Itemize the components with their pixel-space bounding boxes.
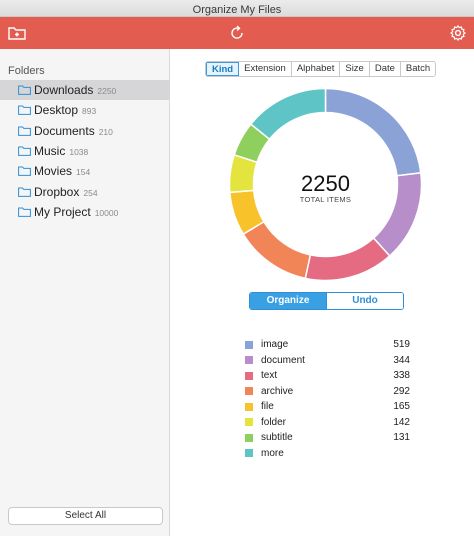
- tab-size[interactable]: Size: [340, 62, 370, 76]
- refresh-icon[interactable]: [227, 23, 247, 43]
- legend-swatch: [245, 433, 253, 442]
- title-bar: Organize My Files: [0, 0, 474, 17]
- folder-name: Movies: [34, 164, 73, 179]
- folder-count: 1038: [69, 147, 89, 158]
- tab-date[interactable]: Date: [370, 62, 401, 76]
- sidebar-item-dropbox[interactable]: Dropbox 254: [0, 181, 170, 201]
- legend-value: 165: [393, 401, 410, 413]
- legend-label: folder: [261, 416, 287, 428]
- undo-button[interactable]: Undo: [326, 293, 403, 309]
- sidebar-header: Folders: [8, 65, 45, 77]
- sidebar-item-downloads[interactable]: Downloads 2250: [0, 80, 170, 101]
- legend-label: more: [261, 447, 284, 459]
- tab-extension[interactable]: Extension: [239, 62, 292, 76]
- legend-swatch: [245, 340, 253, 349]
- legend-item-text: text 338: [245, 368, 410, 384]
- legend-label: image: [261, 339, 289, 351]
- legend-value: 292: [393, 385, 410, 397]
- tab-alphabet[interactable]: Alphabet: [292, 62, 341, 76]
- sidebar-item-music[interactable]: Music 1038: [0, 141, 170, 161]
- legend-value: 131: [393, 432, 410, 444]
- sort-tabs: Kind Extension Alphabet Size Date Batch: [205, 61, 437, 77]
- sidebar-item-documents[interactable]: Documents 210: [0, 121, 170, 141]
- folder-count: 154: [76, 167, 91, 178]
- legend-swatch: [245, 387, 253, 396]
- folder-list: Downloads 2250 Desktop 893 Documents 210 Music…: [0, 80, 170, 222]
- folder-count: 254: [83, 187, 98, 198]
- legend-item-archive: archive 292: [245, 384, 410, 400]
- legend-swatch: [245, 418, 253, 427]
- legend-value: 344: [393, 354, 410, 366]
- folder-name: Documents: [34, 123, 95, 138]
- legend-label: file: [261, 401, 274, 413]
- donut-slice-more: [249, 88, 327, 141]
- legend-swatch: [245, 356, 253, 365]
- legend-item-file: file 165: [245, 399, 410, 415]
- legend-value: 338: [393, 370, 410, 382]
- legend-swatch: [245, 402, 253, 411]
- gear-icon[interactable]: [448, 23, 468, 43]
- organize-button[interactable]: Organize: [250, 293, 326, 309]
- total-count: 2250: [301, 171, 350, 196]
- folder-count: 2250: [97, 86, 117, 97]
- tab-kind[interactable]: Kind: [206, 62, 240, 76]
- legend-swatch: [245, 449, 253, 458]
- sidebar-item-my-project[interactable]: My Project 10000: [0, 202, 170, 222]
- toolbar: [0, 17, 474, 49]
- folder-icon: [18, 187, 31, 197]
- folder-count: 210: [98, 126, 113, 137]
- action-segment: Organize Undo: [249, 292, 404, 310]
- legend-value: 519: [393, 339, 410, 351]
- main-panel: Kind Extension Alphabet Size Date Batch 2250 …: [171, 49, 474, 536]
- legend-value: 142: [393, 416, 410, 428]
- legend: image 519 document 344 text 338 archive 292 file…: [245, 337, 410, 461]
- sidebar-item-desktop[interactable]: Desktop 893: [0, 100, 170, 120]
- folder-count: 893: [82, 106, 97, 117]
- folder-name: My Project: [34, 204, 91, 219]
- folder-count: 10000: [94, 207, 119, 218]
- legend-swatch: [245, 371, 253, 380]
- legend-label: subtitle: [261, 432, 293, 444]
- folder-icon: [18, 85, 31, 96]
- window-title: Organize My Files: [192, 4, 282, 16]
- legend-item-document: document 344: [245, 353, 410, 369]
- folder-name: Downloads: [34, 83, 94, 98]
- select-all-button[interactable]: Select All: [8, 507, 163, 525]
- app-window: Organize My Files Folders Downloads 2250 D…: [0, 0, 474, 536]
- new-folder-icon[interactable]: [7, 23, 27, 43]
- folder-icon: [18, 126, 31, 136]
- folder-name: Dropbox: [34, 184, 80, 199]
- total-label: TOTAL ITEMS: [299, 195, 352, 204]
- legend-item-more: more: [245, 446, 410, 462]
- legend-item-folder: folder 142: [245, 415, 410, 431]
- folder-name: Music: [34, 144, 66, 159]
- folder-icon: [18, 207, 31, 217]
- tab-batch[interactable]: Batch: [401, 62, 435, 76]
- folder-icon: [18, 146, 31, 156]
- legend-label: archive: [261, 385, 294, 397]
- legend-label: text: [261, 370, 278, 382]
- legend-item-subtitle: subtitle 131: [245, 430, 410, 446]
- legend-item-image: image 519: [245, 337, 410, 353]
- donut-slice-archive: [242, 220, 312, 280]
- folder-icon: [18, 105, 31, 116]
- sidebar-item-movies[interactable]: Movies 154: [0, 161, 170, 181]
- donut-slice-text: [304, 237, 391, 281]
- folder-icon: [18, 166, 31, 177]
- folder-name: Desktop: [34, 103, 79, 118]
- sidebar: Folders Downloads 2250 Desktop 893 Documents…: [0, 49, 170, 536]
- legend-label: document: [261, 354, 305, 366]
- donut-slice-image: [324, 88, 422, 177]
